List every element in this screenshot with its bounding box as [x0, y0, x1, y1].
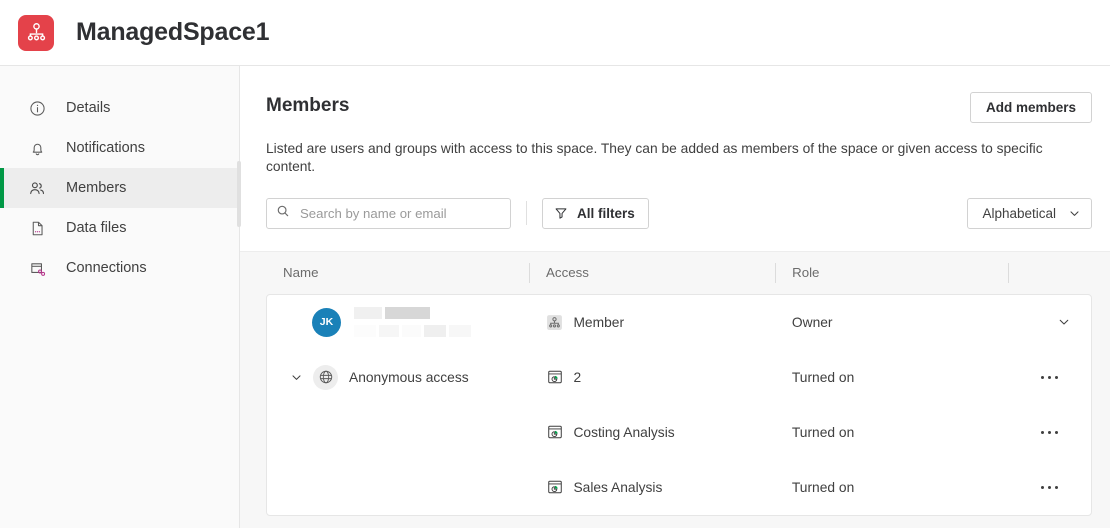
- sidebar-item-label: Details: [66, 100, 111, 116]
- sidebar-item-details[interactable]: Details: [0, 88, 239, 128]
- row-access-cell: 2: [529, 350, 774, 405]
- row-name-label: Anonymous access: [349, 369, 469, 385]
- sidebar-nav: Details Notifications Members Data files…: [0, 88, 239, 288]
- row-actions-cell: [1008, 350, 1091, 405]
- panel-description: Listed are users and groups with access …: [266, 141, 1043, 174]
- row-actions-cell: [1008, 405, 1091, 460]
- connections-icon: [27, 258, 47, 278]
- expand-chevron-down-icon[interactable]: [288, 369, 304, 385]
- redacted-name: [354, 307, 471, 338]
- row-role-cell: Owner: [775, 295, 1008, 350]
- row-role-label: Turned on: [791, 479, 855, 495]
- row-actions-cell: [1008, 295, 1091, 350]
- table-row: JK Member Owner: [267, 295, 1091, 350]
- sidebar-item-label: Members: [66, 180, 127, 196]
- sort-dropdown[interactable]: Alphabetical: [967, 197, 1092, 229]
- row-access-cell: Costing Analysis: [529, 405, 774, 460]
- all-filters-button[interactable]: All filters: [542, 197, 649, 229]
- top-bar: ManagedSpace1: [0, 0, 1110, 66]
- row-access-label: Costing Analysis: [573, 424, 675, 440]
- managed-space-icon: [18, 14, 54, 51]
- page-title: ManagedSpace1: [76, 18, 270, 46]
- app-icon: [546, 479, 563, 496]
- document-icon: [27, 218, 47, 238]
- row-name-cell: [284, 460, 529, 515]
- search-input[interactable]: [298, 204, 501, 222]
- sidebar-item-data-files[interactable]: Data files: [0, 208, 239, 248]
- column-header-role: Role: [775, 252, 1008, 294]
- info-circle-icon: [27, 98, 47, 118]
- members-heading: Members: [266, 95, 350, 116]
- sidebar-item-notifications[interactable]: Notifications: [0, 128, 239, 168]
- row-access-label: Sales Analysis: [573, 479, 663, 495]
- row-role-label: Owner: [791, 314, 833, 330]
- chevron-down-icon: [1068, 207, 1081, 220]
- sidebar-item-label: Connections: [66, 260, 147, 276]
- sidebar-item-members[interactable]: Members: [0, 168, 239, 208]
- row-name-cell: Anonymous access: [284, 350, 529, 405]
- row-role-label: Turned on: [791, 424, 855, 440]
- row-role-cell: Turned on: [775, 350, 1008, 405]
- all-filters-label: All filters: [577, 205, 635, 221]
- add-members-button[interactable]: Add members: [969, 92, 1092, 123]
- row-access-cell: Member: [529, 295, 774, 350]
- toolbar: All filters Alphabetical: [266, 197, 1092, 229]
- table-header-row: Name Access Role: [266, 252, 1092, 294]
- sidebar: Details Notifications Members Data files…: [0, 66, 241, 528]
- table-row: Costing Analysis Turned on: [267, 405, 1091, 460]
- row-role-label: Turned on: [791, 369, 855, 385]
- table-row: Sales Analysis Turned on: [267, 460, 1091, 515]
- sidebar-item-label: Notifications: [66, 140, 145, 156]
- space-icon: [546, 314, 563, 331]
- filter-icon: [554, 206, 568, 220]
- row-role-cell: Turned on: [775, 405, 1008, 460]
- body: Details Notifications Members Data files…: [0, 66, 1110, 528]
- column-header-access: Access: [529, 252, 775, 294]
- globe-icon: [313, 364, 338, 390]
- more-options-icon[interactable]: [1008, 375, 1059, 380]
- search-icon: [276, 204, 290, 223]
- search-box[interactable]: [266, 197, 511, 229]
- column-header-actions: [1008, 252, 1092, 294]
- app-icon: [546, 369, 563, 386]
- sidebar-scrollbar[interactable]: [237, 161, 241, 227]
- bell-icon: [27, 138, 47, 158]
- sidebar-item-label: Data files: [66, 220, 127, 236]
- app-icon: [546, 424, 563, 441]
- row-actions-cell: [1008, 460, 1091, 515]
- main-content: Members Add members Listed are users and…: [240, 66, 1110, 528]
- row-role-cell: Turned on: [775, 460, 1008, 515]
- panel-header: Members Add members Listed are users and…: [240, 66, 1110, 252]
- row-access-cell: Sales Analysis: [529, 460, 774, 515]
- app-window: ManagedSpace1 Details Notifications Memb…: [0, 0, 1110, 528]
- row-access-label: Member: [573, 314, 625, 330]
- sort-label: Alphabetical: [982, 205, 1056, 221]
- sidebar-item-connections[interactable]: Connections: [0, 248, 239, 288]
- more-options-icon[interactable]: [1008, 430, 1059, 435]
- chevron-down-icon[interactable]: [1057, 315, 1071, 329]
- members-card: JK Member Owner Anonymous access 2 Turne…: [266, 293, 1092, 516]
- avatar: JK: [312, 307, 341, 337]
- row-name-cell: JK: [284, 295, 529, 350]
- table-row: Anonymous access 2 Turned on: [267, 350, 1091, 405]
- members-table: Name Access Role JK Member Owner Anonymo…: [240, 251, 1110, 528]
- toolbar-divider: [526, 201, 527, 226]
- column-header-name: Name: [283, 265, 319, 281]
- more-options-icon[interactable]: [1008, 485, 1059, 490]
- row-name-cell: [284, 405, 529, 460]
- row-access-label: 2: [573, 369, 582, 385]
- people-icon: [27, 178, 47, 198]
